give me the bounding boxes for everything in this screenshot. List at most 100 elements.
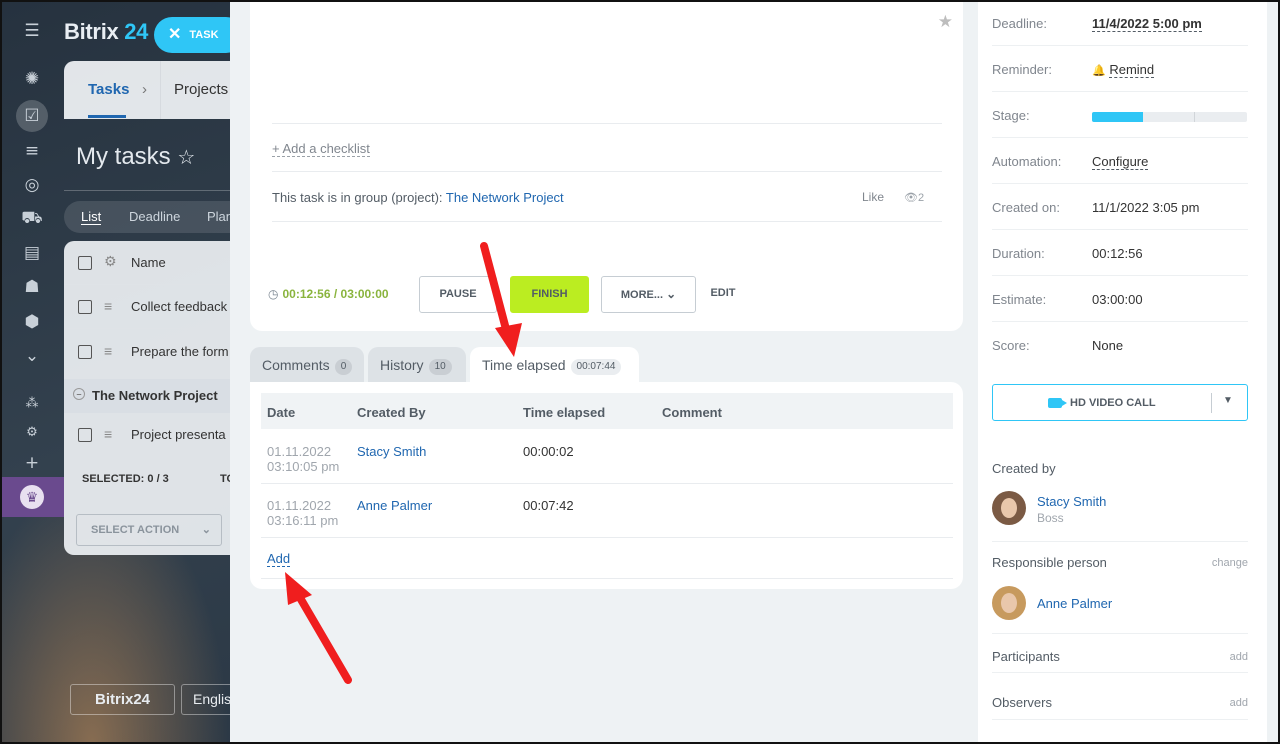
task-action-bar: ◷ 00:12:56 / 03:00:00 PAUSE FINISH MORE..… <box>250 256 963 331</box>
favorite-star-icon[interactable]: ☆ <box>177 145 195 169</box>
divider <box>992 672 1248 673</box>
goals-target-icon[interactable]: ◎ <box>20 173 44 197</box>
more-button[interactable]: MORE... ⌄ <box>601 276 696 313</box>
responsible-title: Responsible person <box>992 555 1107 570</box>
bitrix-logo: Bitrix 24 <box>64 19 149 44</box>
stage-marker <box>1194 112 1195 122</box>
divider <box>992 719 1248 720</box>
view-list[interactable]: List <box>81 209 102 225</box>
add-time-entry-link[interactable]: Add <box>267 552 291 567</box>
divider <box>272 171 942 172</box>
row-checkbox[interactable] <box>78 428 92 442</box>
row-checkbox[interactable] <box>78 300 92 314</box>
settings-gear-icon[interactable]: ⚙ <box>20 421 44 445</box>
stage-row: Stage: <box>992 92 1248 138</box>
task-title[interactable]: Collect feedback <box>131 299 227 314</box>
tab-tasks[interactable]: Tasks <box>88 81 129 98</box>
select-all-checkbox[interactable] <box>78 256 92 270</box>
group-prefix: This task is in group (project): <box>272 190 443 205</box>
settings-gear-icon[interactable]: ⚙ <box>104 254 117 270</box>
automation-label: Automation: <box>992 154 1062 169</box>
close-icon: ✕ <box>168 26 182 43</box>
list-item[interactable]: ≡ Project presenta <box>64 413 234 457</box>
drag-handle-icon[interactable]: ≡ <box>104 343 112 359</box>
drag-handle-icon[interactable]: ≡ <box>104 298 112 314</box>
deadline-value[interactable]: 11/4/2022 5:00 pm <box>1092 16 1202 32</box>
bitrix24-footer-logo[interactable]: Bitrix24 <box>70 684 175 715</box>
bell-icon: 🔔 <box>1092 64 1106 77</box>
pause-button[interactable]: PAUSE <box>419 276 497 313</box>
selected-count: SELECTED: 0 / 3 <box>82 473 169 485</box>
tab-projects[interactable]: Projects <box>174 81 228 98</box>
activity-stream-icon[interactable]: ✺ <box>20 67 44 91</box>
crown-icon: ♛ <box>20 485 44 509</box>
configure-link[interactable]: Configure <box>1092 154 1149 170</box>
creator-name-link[interactable]: Stacy Smith <box>1037 494 1106 509</box>
add-observer-link[interactable]: add <box>1230 697 1248 709</box>
time-elapsed-panel: Date Created By Time elapsed Comment 01.… <box>250 382 963 589</box>
background-nav-tabs: Tasks › Projects <box>64 61 244 119</box>
group-link[interactable]: The Network Project <box>446 190 564 205</box>
group-header[interactable]: – The Network Project <box>64 379 234 413</box>
row-checkbox[interactable] <box>78 345 92 359</box>
add-checklist-link[interactable]: + Add a checklist <box>272 141 370 157</box>
task-detail-card: ★ + Add a checklist This task is in grou… <box>250 0 963 331</box>
tasks-icon[interactable]: ☑ <box>20 104 44 128</box>
view-deadline[interactable]: Deadline <box>129 209 180 224</box>
reminder-link[interactable]: 🔔 Remind <box>1092 62 1155 78</box>
crm-funnel-icon[interactable]: ≡ <box>20 139 44 163</box>
entry-user-link[interactable]: Anne Palmer <box>357 498 432 513</box>
column-created-by: Created By <box>357 405 426 420</box>
tab-comments[interactable]: Comments 0 <box>250 347 364 383</box>
avatar[interactable] <box>992 586 1026 620</box>
tab-history[interactable]: History 10 <box>368 347 466 383</box>
hd-video-call-button[interactable]: HD VIDEO CALL ▼ <box>992 384 1248 421</box>
background-task-list: ⚙ Name ≡ Collect feedback ≡ Prepare the … <box>64 241 235 555</box>
views-counter: 👁2 <box>904 191 925 204</box>
deadline-label: Deadline: <box>992 16 1047 31</box>
drag-handle-icon[interactable]: ≡ <box>104 426 112 442</box>
stage-fill <box>1092 112 1144 122</box>
like-button[interactable]: Like <box>862 190 884 204</box>
language-selector[interactable]: English <box>181 684 239 715</box>
task-title[interactable]: Prepare the form <box>131 344 229 359</box>
clock-icon: ◷ <box>268 287 279 301</box>
tab-time-elapsed[interactable]: Time elapsed 00:07:44 <box>470 347 639 383</box>
stage-progress-bar[interactable] <box>1092 112 1247 122</box>
change-responsible-link[interactable]: change <box>1212 557 1248 569</box>
edit-button[interactable]: EDIT <box>708 276 738 313</box>
robot-icon[interactable]: ☗ <box>20 275 44 299</box>
participants-title: Participants <box>992 649 1060 664</box>
avatar[interactable] <box>992 491 1026 525</box>
estimate-row: Estimate: 03:00:00 <box>992 276 1248 322</box>
column-date: Date <box>267 405 296 420</box>
entry-elapsed: 00:00:02 <box>523 444 574 459</box>
list-item[interactable]: ≡ Collect feedback <box>64 285 234 329</box>
upgrade-crown-item[interactable]: ♛ <box>0 477 64 517</box>
score-value[interactable]: None <box>1092 338 1123 353</box>
created-on-row: Created on: 11/1/2022 3:05 pm <box>992 184 1248 230</box>
finish-button[interactable]: FINISH <box>510 276 589 313</box>
automation-row: Automation: Configure <box>992 138 1248 184</box>
hamburger-menu-icon[interactable]: ☰ <box>20 19 44 43</box>
chevron-down-icon: ⌄ <box>666 287 677 301</box>
entry-elapsed: 00:07:42 <box>523 498 574 513</box>
task-title[interactable]: Project presenta <box>131 427 226 442</box>
favorite-star-icon[interactable]: ★ <box>938 12 953 32</box>
select-action-dropdown[interactable]: SELECT ACTION ⌄ <box>76 514 222 546</box>
created-on-value: 11/1/2022 3:05 pm <box>1092 200 1200 215</box>
add-plus-icon[interactable]: + <box>20 451 44 475</box>
sitemap-icon[interactable]: ⁂ <box>20 392 44 416</box>
entry-user-link[interactable]: Stacy Smith <box>357 444 426 459</box>
dropdown-arrow-icon[interactable]: ▼ <box>1223 395 1233 406</box>
table-header: Date Created By Time elapsed Comment <box>261 393 953 429</box>
collapse-icon[interactable]: – <box>73 388 85 400</box>
box-icon[interactable]: ⬢ <box>20 310 44 334</box>
contact-card-icon[interactable]: ▤ <box>20 241 44 265</box>
list-item[interactable]: ≡ Prepare the form <box>64 330 234 374</box>
shop-cart-icon[interactable]: ⛟ <box>20 206 44 230</box>
table-row: 01.11.2022 03:10:05 pm Stacy Smith 00:00:… <box>261 430 953 484</box>
more-circle-icon[interactable]: ⌄ <box>20 344 44 368</box>
responsible-name-link[interactable]: Anne Palmer <box>1037 596 1112 611</box>
add-participant-link[interactable]: add <box>1230 651 1248 663</box>
